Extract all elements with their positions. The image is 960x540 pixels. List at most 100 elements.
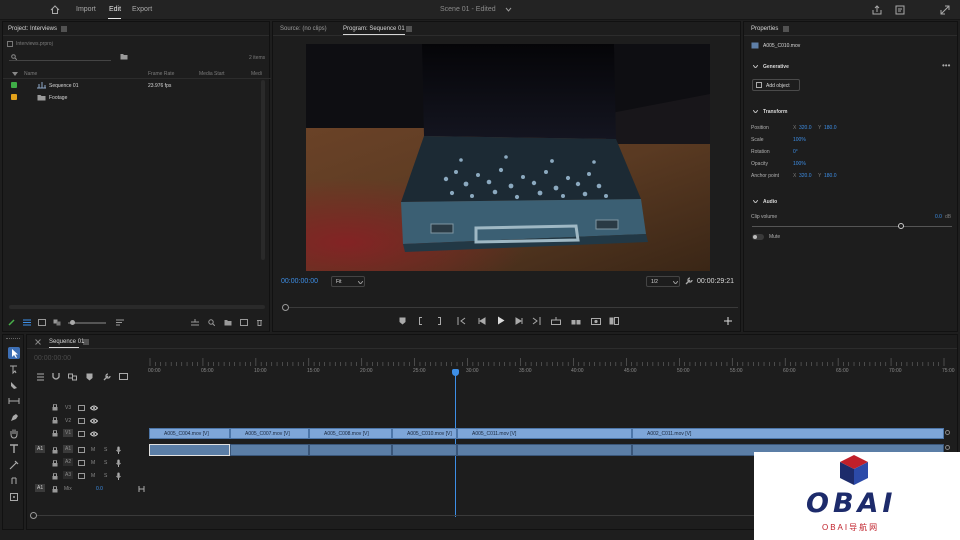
go-to-end-icon[interactable] (138, 486, 145, 492)
microphone-icon[interactable] (116, 446, 121, 454)
sync-lock-icon[interactable] (78, 405, 85, 411)
timeline-zoom-scrollbar[interactable] (30, 512, 754, 519)
tab-sequence[interactable]: Sequence 01 (49, 339, 84, 345)
panel-menu-icon[interactable] (406, 26, 412, 32)
column-media-end[interactable]: Medi (251, 71, 262, 77)
icon-view-icon[interactable] (38, 319, 46, 326)
automate-icon[interactable] (191, 319, 199, 326)
lock-icon[interactable] (52, 430, 58, 437)
audio-section-header[interactable]: Audio (744, 197, 959, 207)
track-label-a2[interactable]: A2 (63, 458, 74, 466)
scale-value[interactable]: 100% (793, 137, 806, 143)
more-options-icon[interactable]: ••• (942, 62, 950, 70)
video-clip[interactable]: A005_C011.mov [V] (457, 428, 632, 439)
sync-lock-icon[interactable] (78, 473, 85, 479)
list-view-icon[interactable] (23, 319, 31, 326)
mark-out-icon[interactable] (436, 317, 442, 325)
microphone-icon[interactable] (116, 472, 121, 480)
list-item[interactable]: Footage (3, 93, 271, 103)
solo-button[interactable]: S (104, 447, 107, 453)
lift-icon[interactable] (551, 317, 561, 325)
microphone-icon[interactable] (116, 459, 121, 467)
vertical-scrollbar[interactable] (261, 80, 265, 260)
snap-icon[interactable] (52, 373, 60, 381)
razor-tool-icon[interactable] (8, 459, 20, 471)
menu-edit[interactable]: Edit (109, 6, 121, 13)
slider-handle[interactable] (898, 223, 904, 229)
lock-icon[interactable] (52, 473, 58, 480)
panel-menu-icon[interactable] (83, 339, 89, 345)
generate-tool-icon[interactable] (8, 491, 20, 503)
audio-clip[interactable] (230, 444, 309, 456)
audio-clip[interactable] (309, 444, 392, 456)
chevron-down-icon[interactable] (505, 7, 512, 12)
track-label-v3[interactable]: V3 (65, 405, 71, 411)
track-resize-handle[interactable] (945, 445, 950, 450)
track-label-v1[interactable]: V1 (63, 429, 74, 437)
delete-icon[interactable] (256, 319, 263, 326)
new-bin-icon[interactable] (120, 53, 128, 60)
time-ruler[interactable] (148, 358, 948, 376)
horizontal-scrollbar[interactable] (9, 305, 265, 309)
transform-section-header[interactable]: Transform (744, 107, 959, 117)
zoom-slider-handle[interactable] (70, 320, 75, 325)
search-input[interactable] (9, 53, 111, 61)
track-label-a3[interactable]: A3 (63, 471, 74, 479)
linked-selection-icon[interactable] (68, 373, 77, 381)
playhead-handle[interactable] (452, 369, 459, 376)
search-icon[interactable] (208, 319, 215, 326)
ripple-edit-tool-icon[interactable] (8, 379, 20, 391)
tab-source[interactable]: Source: (no clips) (280, 26, 327, 32)
nest-icon[interactable] (36, 373, 45, 381)
eye-icon[interactable] (90, 431, 98, 437)
mix-value[interactable]: 0.0 (96, 486, 103, 492)
feedback-icon[interactable] (895, 5, 905, 15)
new-bin-icon[interactable] (224, 319, 232, 326)
panel-menu-icon[interactable] (783, 26, 789, 32)
freeform-view-icon[interactable] (53, 319, 61, 326)
go-to-out-icon[interactable] (532, 317, 541, 325)
captions-icon[interactable] (119, 373, 128, 381)
type-tool-icon[interactable] (8, 443, 20, 455)
track-select-tool-icon[interactable] (8, 363, 20, 375)
tab-properties[interactable]: Properties (751, 26, 778, 32)
tab-program[interactable]: Program: Sequence 01 (343, 26, 405, 32)
video-clip[interactable]: A005_C004.mov [V] (149, 428, 230, 439)
position-y-value[interactable]: 180.0 (824, 125, 837, 131)
viewer-scrub-bar[interactable] (282, 304, 738, 311)
extract-icon[interactable] (571, 317, 581, 325)
selection-tool-icon[interactable] (8, 347, 20, 359)
quality-dropdown[interactable]: 1/2 (646, 276, 680, 287)
hand-tool-icon[interactable] (8, 427, 20, 439)
export-frame-icon[interactable] (591, 317, 601, 325)
video-clip[interactable]: A002_C011.mov [V] (632, 428, 944, 439)
playhead-timecode[interactable]: 00:00:00:00 (281, 278, 318, 285)
lock-icon[interactable] (52, 486, 58, 493)
add-marker-icon[interactable] (86, 373, 93, 381)
sort-icon[interactable] (12, 72, 18, 76)
source-patch-a1[interactable]: A1 (35, 445, 46, 453)
solo-button[interactable]: S (104, 473, 107, 479)
sync-lock-icon[interactable] (78, 418, 85, 424)
sync-lock-icon[interactable] (78, 460, 85, 466)
scrub-handle[interactable] (282, 304, 289, 311)
lock-icon[interactable] (52, 417, 58, 424)
clip-volume-slider[interactable] (752, 223, 952, 229)
menu-export[interactable]: Export (132, 6, 152, 13)
rate-stretch-tool-icon[interactable] (8, 395, 20, 407)
track-label-a1[interactable]: A1 (63, 445, 74, 453)
playhead[interactable] (452, 369, 459, 517)
lock-icon[interactable] (52, 460, 58, 467)
mark-in-icon[interactable] (418, 317, 424, 325)
column-media-start[interactable]: Media Start (199, 71, 225, 77)
track-label-v2[interactable]: V2 (65, 418, 71, 424)
home-icon[interactable] (50, 5, 60, 14)
add-button-icon[interactable] (724, 317, 732, 325)
add-marker-icon[interactable] (399, 317, 406, 325)
scroll-handle[interactable] (30, 512, 37, 519)
generative-section-header[interactable]: Generative ••• (744, 62, 959, 72)
mute-toggle[interactable] (752, 234, 764, 240)
eye-icon[interactable] (90, 418, 98, 424)
fit-dropdown[interactable]: Fit (331, 276, 365, 287)
step-back-icon[interactable] (478, 317, 486, 325)
